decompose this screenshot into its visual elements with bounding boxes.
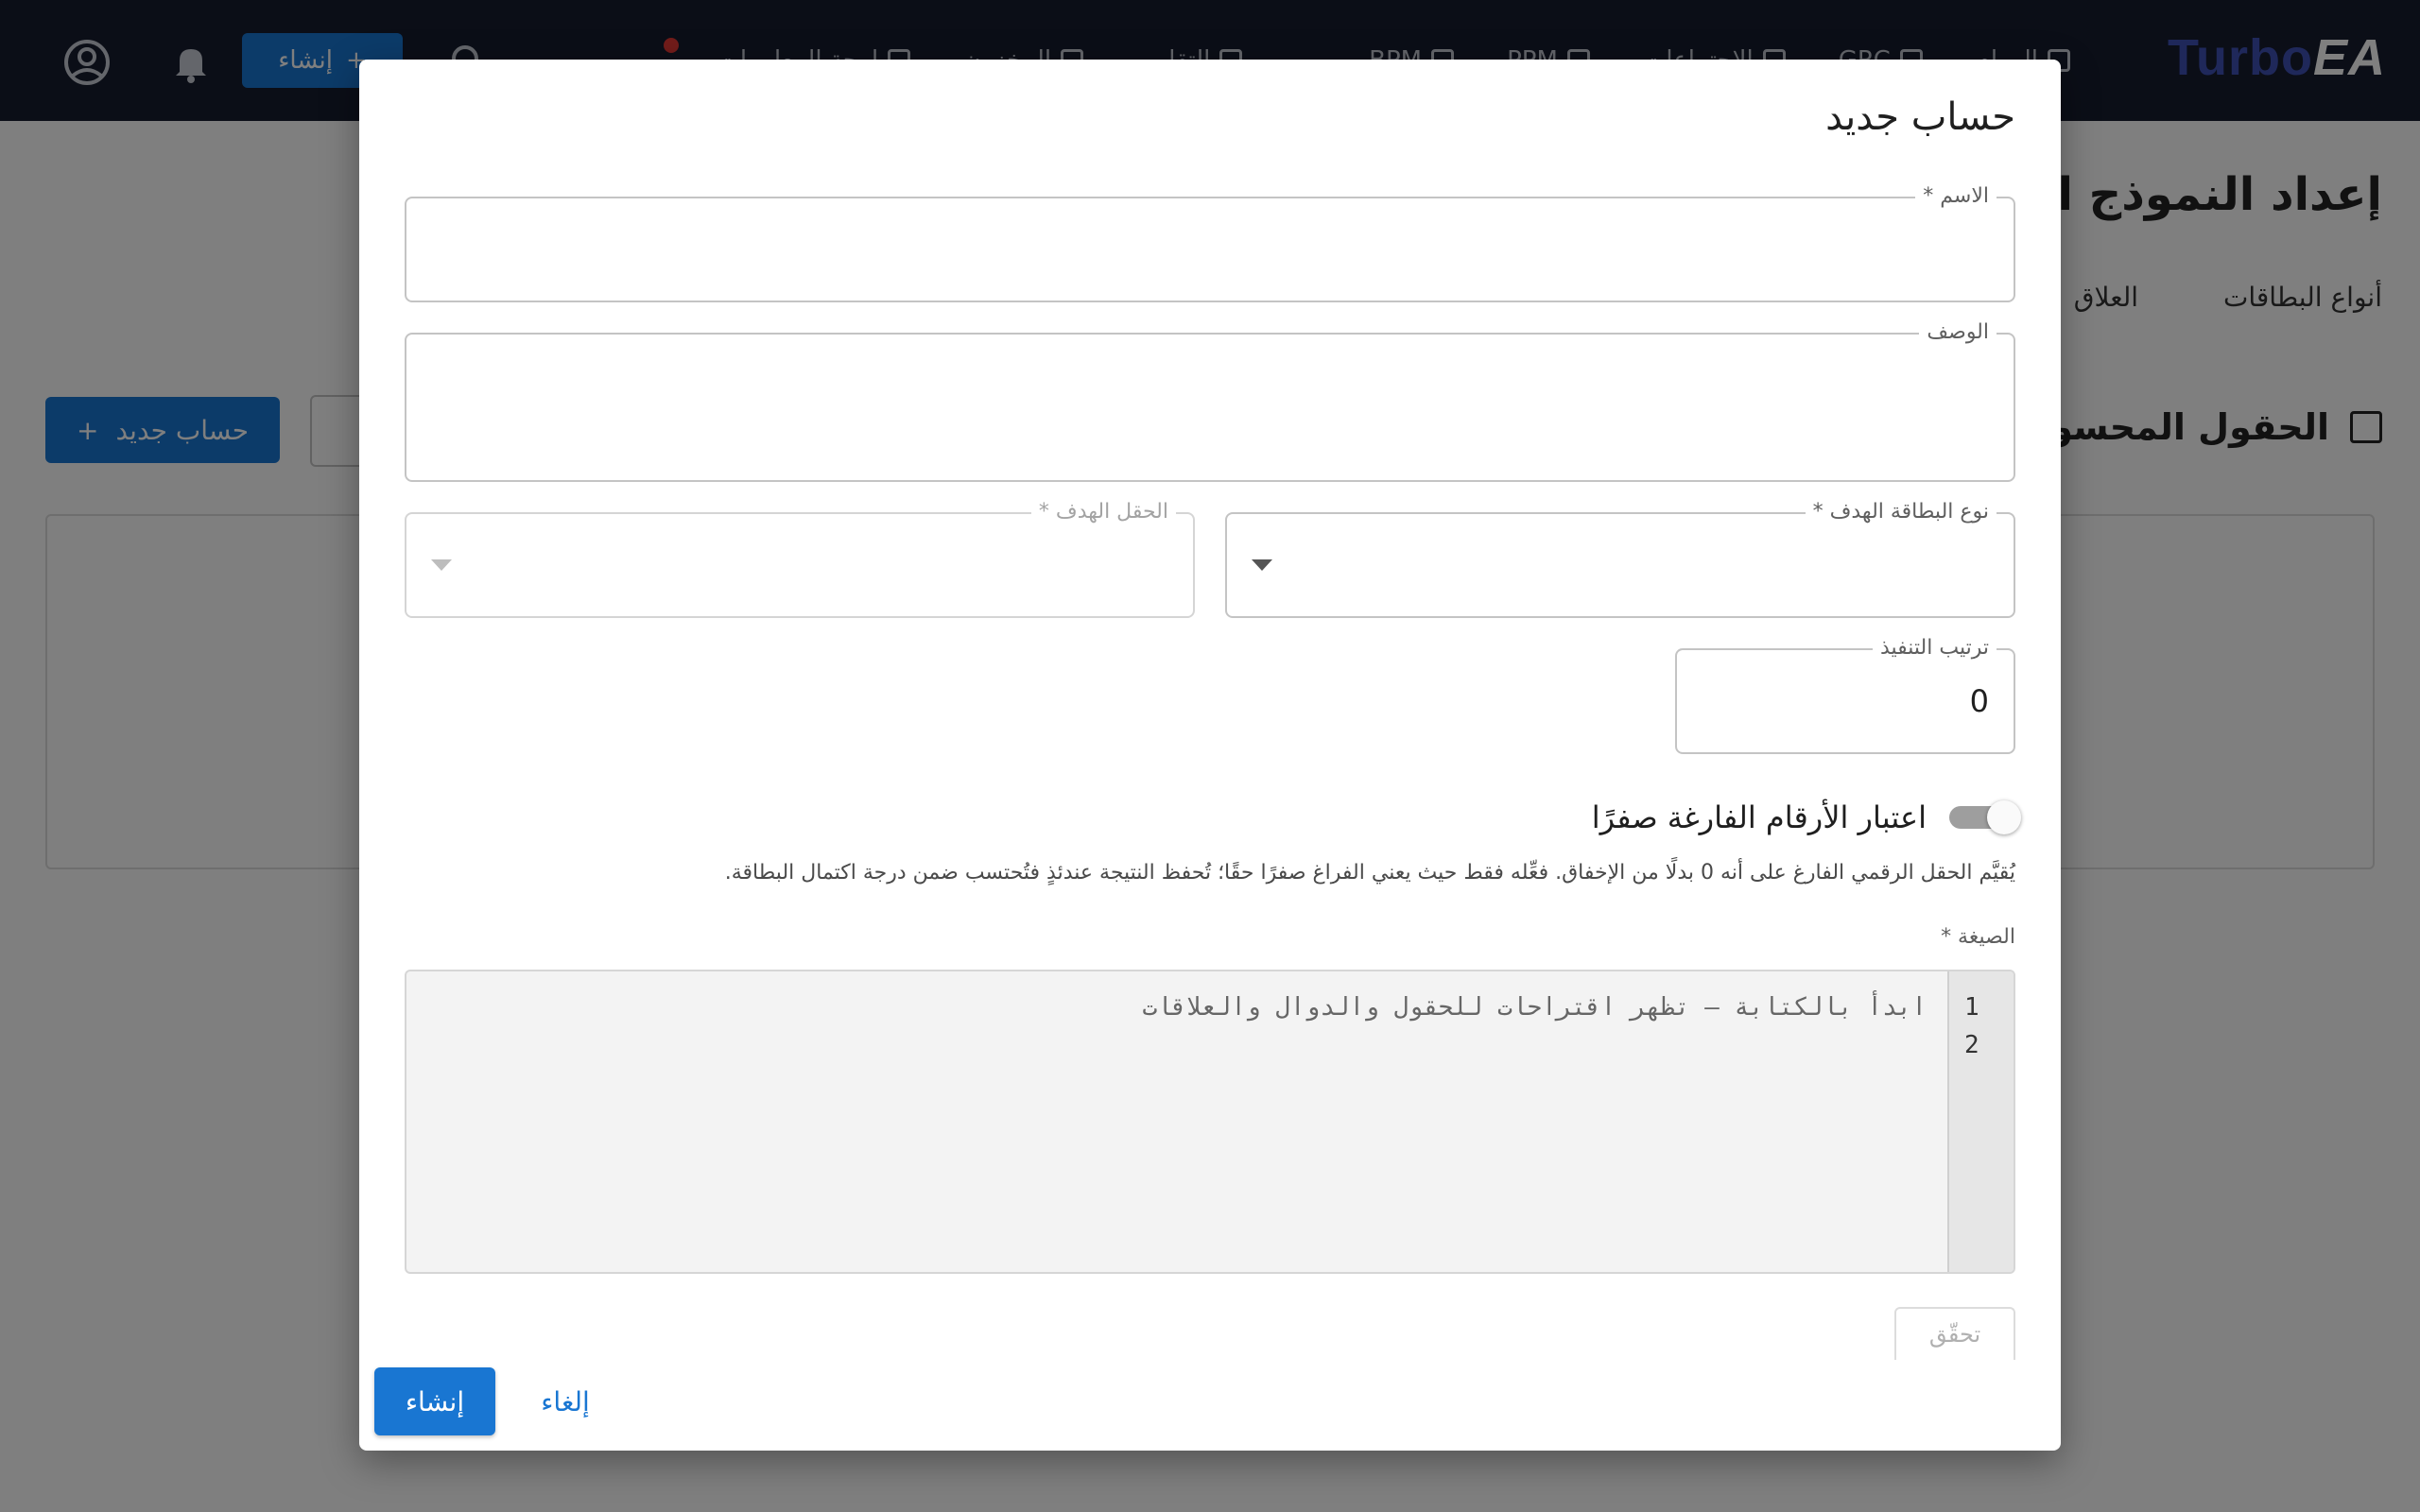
execution-order-label: ترتيب التنفيذ [1872, 635, 1996, 662]
switch-thumb [1987, 800, 2021, 834]
treat-empty-as-zero-help: يُقيَّم الحقل الرقمي الفارغ على أنه 0 بد… [724, 861, 2015, 885]
line-number: 1 [1964, 993, 1979, 1022]
description-field[interactable]: الوصف [405, 319, 2015, 482]
line-number-gutter: 1 2 [1947, 971, 2014, 1272]
formula-placeholder: ابدأ بالكتابة — تظهر اقتراحات للحقول وال… [1142, 993, 1927, 1022]
dropdown-arrow-icon [1252, 559, 1272, 571]
new-calculation-dialog: حساب جديد الاسم * الوصف نوع البطاقة الهد… [359, 60, 2061, 1451]
dropdown-arrow-icon [431, 559, 452, 571]
description-field-label: الوصف [1919, 319, 1996, 346]
line-number: 2 [1964, 1031, 1979, 1059]
formula-label: الصيغة * [1941, 925, 2015, 949]
formula-editor[interactable]: 1 2 ابدأ بالكتابة — تظهر اقتراحات للحقول… [405, 970, 2015, 1274]
create-button[interactable]: إنشاء [374, 1367, 495, 1435]
execution-order-input[interactable]: ترتيب التنفيذ 0 [1675, 635, 2015, 754]
target-field-select[interactable]: الحقل الهدف * [405, 499, 1195, 618]
execution-order-value: 0 [1969, 683, 1989, 719]
treat-empty-as-zero-row: اعتبار الأرقام الفارغة صفرًا [1592, 799, 2021, 835]
name-field-label: الاسم * [1915, 183, 1996, 210]
target-card-type-label: نوع البطاقة الهدف * [1805, 499, 1996, 525]
target-field-label: الحقل الهدف * [1030, 499, 1176, 525]
treat-empty-as-zero-label: اعتبار الأرقام الفارغة صفرًا [1591, 799, 1927, 835]
cancel-button[interactable]: إلغاء [518, 1367, 613, 1435]
target-card-type-select[interactable]: نوع البطاقة الهدف * [1225, 499, 2015, 618]
treat-empty-as-zero-switch[interactable] [1949, 800, 2021, 834]
dialog-title: حساب جديد [1825, 95, 2015, 139]
validate-button[interactable]: تحقّق [1894, 1307, 2015, 1360]
name-field[interactable]: الاسم * [405, 183, 2015, 302]
